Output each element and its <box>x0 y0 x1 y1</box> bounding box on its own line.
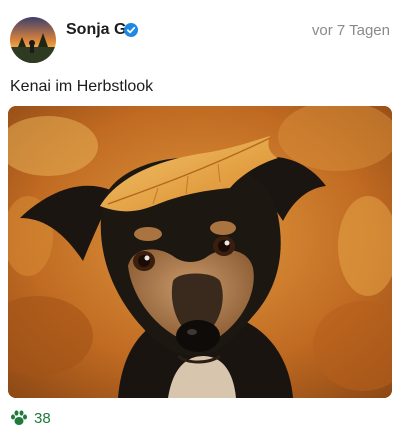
post-header: Sonja G vor 7 Tagen <box>0 0 400 70</box>
author-name[interactable]: Sonja G <box>66 21 126 39</box>
post-card: Sonja G vor 7 Tagen Kenai im Herbstlook <box>0 0 400 434</box>
post-caption: Kenai im Herbstlook <box>10 78 154 95</box>
verified-badge-icon <box>124 23 138 37</box>
author-avatar[interactable] <box>10 17 56 63</box>
post-timestamp: vor 7 Tagen <box>311 22 390 39</box>
reaction-count: 38 <box>34 409 51 427</box>
reaction-bar[interactable]: 38 <box>10 408 51 428</box>
paw-icon[interactable] <box>10 409 28 427</box>
post-photo[interactable] <box>8 106 392 398</box>
